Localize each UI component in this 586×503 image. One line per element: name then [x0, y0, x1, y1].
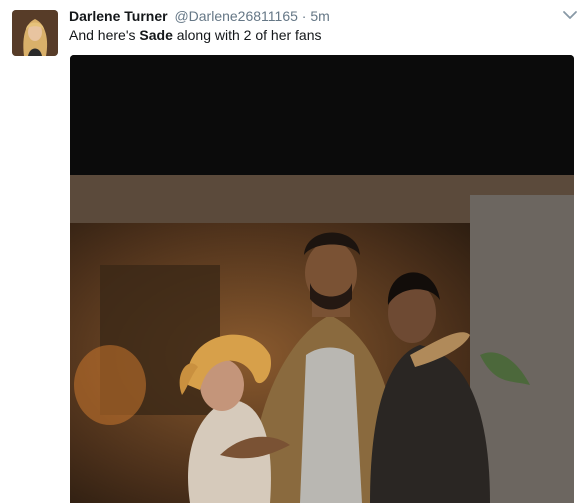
tweet-photo[interactable] [70, 55, 574, 503]
tweet-header: Darlene Turner @Darlene26811165 · 5m [69, 7, 330, 25]
tweet-text-bold[interactable]: Sade [139, 27, 172, 43]
author-handle[interactable]: @Darlene26811165 [174, 8, 297, 24]
tweet-text-before: And here's [69, 27, 140, 43]
author-name[interactable]: Darlene Turner [69, 8, 168, 24]
avatar[interactable] [12, 10, 58, 56]
photo-illustration [70, 55, 574, 503]
tweet-text-after: along with 2 of her fans [172, 27, 322, 43]
separator-dot: · [301, 8, 307, 24]
chevron-down-icon[interactable] [562, 8, 578, 20]
tweet[interactable]: Darlene Turner @Darlene26811165 · 5m And… [0, 0, 586, 503]
timestamp[interactable]: 5m [310, 8, 329, 24]
tweet-text: And here's Sade along with 2 of her fans [69, 25, 322, 45]
